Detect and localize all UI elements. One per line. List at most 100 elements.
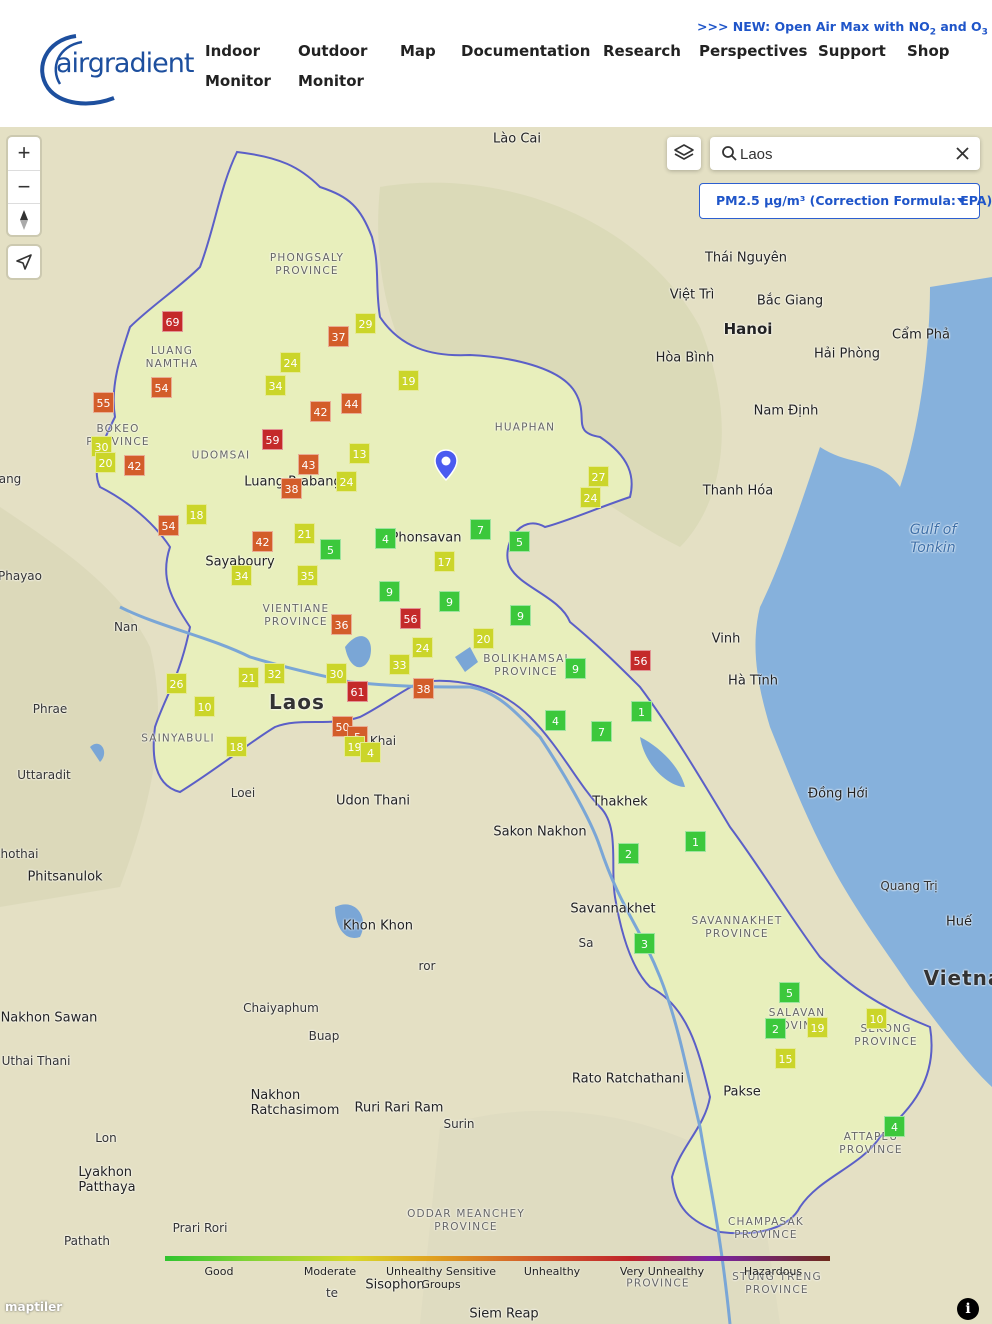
maptiler-attribution[interactable]: maptiler [5, 1300, 62, 1314]
sensor-marker[interactable]: 20 [473, 628, 494, 649]
location-pin-icon[interactable] [433, 449, 459, 481]
sensor-marker[interactable]: 13 [349, 443, 370, 464]
layers-button[interactable] [667, 137, 701, 170]
region-label: PROVINCE [626, 1277, 690, 1290]
sensor-marker[interactable]: 19 [398, 370, 419, 391]
nav-shop[interactable]: Shop [907, 36, 950, 66]
sensor-marker[interactable]: 44 [341, 393, 362, 414]
sensor-marker[interactable]: 7 [470, 519, 491, 540]
sensor-marker[interactable]: 5 [509, 531, 530, 552]
sensor-marker[interactable]: 24 [412, 637, 433, 658]
sensor-marker[interactable]: 34 [265, 375, 286, 396]
place-label: Lon [95, 1131, 117, 1145]
sensor-marker[interactable]: 19 [807, 1017, 828, 1038]
place-label: Vietna [923, 966, 992, 990]
geolocate-button[interactable] [8, 246, 40, 278]
sensor-marker[interactable]: 38 [281, 478, 302, 499]
sensor-marker[interactable]: 4 [545, 710, 566, 731]
zoom-in-button[interactable]: + [8, 137, 40, 169]
sensor-marker[interactable]: 5 [320, 539, 341, 560]
sensor-marker[interactable]: 5 [779, 982, 800, 1003]
sensor-marker[interactable]: 24 [280, 352, 301, 373]
sensor-marker[interactable]: 69 [162, 311, 183, 332]
nav-indoor-monitor[interactable]: Indoor Monitor [205, 36, 271, 96]
sensor-marker[interactable]: 54 [151, 377, 172, 398]
sensor-marker[interactable]: 26 [166, 673, 187, 694]
zoom-out-button[interactable]: − [8, 170, 40, 202]
sensor-marker[interactable]: 4 [360, 742, 381, 763]
sensor-marker[interactable]: 38 [413, 678, 434, 699]
clear-search-icon[interactable] [948, 137, 978, 170]
place-label: Phrae [32, 702, 68, 716]
airgradient-logo[interactable]: airgradient [36, 28, 194, 106]
sensor-marker[interactable]: 24 [336, 471, 357, 492]
sensor-marker[interactable]: 24 [580, 487, 601, 508]
sensor-marker[interactable]: 27 [588, 466, 609, 487]
sensor-marker[interactable]: 55 [93, 392, 114, 413]
region-line2: PROVINCE [705, 928, 769, 940]
legend-unhealthy-sensitive: Unhealthy Sensitive Groups [386, 1265, 496, 1291]
sensor-marker[interactable]: 29 [355, 313, 376, 334]
sensor-marker[interactable]: 43 [298, 454, 319, 475]
nav-perspectives[interactable]: Perspectives [699, 36, 808, 66]
region-line1: PHONGSALY [269, 252, 345, 264]
sensor-marker[interactable]: 42 [310, 401, 331, 422]
pollutant-select[interactable]: PM2.5 µg/m³ (Correction Formula: EPA) [699, 183, 992, 219]
sensor-marker[interactable]: 35 [297, 565, 318, 586]
nav-support[interactable]: Support [818, 36, 886, 66]
sensor-marker[interactable]: 34 [231, 565, 252, 586]
announcement-link[interactable]: >>> NEW: Open Air Max with NO2 and O3 [697, 19, 988, 38]
sensor-marker[interactable]: 2 [765, 1018, 786, 1039]
sensor-marker[interactable]: 9 [439, 591, 460, 612]
sensor-marker[interactable]: 56 [630, 650, 651, 671]
place-label: Rato Ratchathani [571, 1071, 685, 1087]
sensor-marker[interactable]: 36 [331, 614, 352, 635]
sensor-marker[interactable]: 21 [238, 667, 259, 688]
sensor-marker[interactable]: 37 [328, 326, 349, 347]
sensor-marker[interactable]: 1 [685, 831, 706, 852]
legend-moderate: Moderate [303, 1265, 357, 1278]
region-label: CHAMPASAK PROVINCE [728, 1216, 804, 1242]
sensor-marker[interactable]: 32 [264, 663, 285, 684]
sensor-marker[interactable]: 1 [631, 701, 652, 722]
sensor-marker[interactable]: 18 [226, 736, 247, 757]
place-label: Pathath [63, 1234, 111, 1248]
place-label: Lyakhon Patthaya [78, 1165, 135, 1195]
sensor-marker[interactable]: 42 [252, 531, 273, 552]
nav-research[interactable]: Research [603, 36, 681, 66]
sensor-marker[interactable]: 42 [124, 455, 145, 476]
search-input[interactable] [740, 144, 940, 164]
sensor-marker[interactable]: 9 [510, 605, 531, 626]
sensor-marker[interactable]: 61 [347, 681, 368, 702]
sensor-marker[interactable]: 10 [194, 696, 215, 717]
nav-outdoor-monitor[interactable]: Outdoor Monitor [298, 36, 367, 96]
sensor-marker[interactable]: 21 [294, 523, 315, 544]
sensor-marker[interactable]: 4 [375, 528, 396, 549]
place-line2: Ratchasimom [250, 1103, 340, 1118]
sensor-marker[interactable]: 9 [565, 658, 586, 679]
sensor-marker[interactable]: 17 [434, 551, 455, 572]
sensor-marker[interactable]: 59 [262, 429, 283, 450]
place-label: Quang Trị [880, 879, 938, 893]
sensor-marker[interactable]: 7 [591, 721, 612, 742]
sensor-marker[interactable]: 10 [866, 1008, 887, 1029]
sensor-marker[interactable]: 56 [400, 608, 421, 629]
region-label: HUAPHAN [494, 421, 556, 434]
nav-documentation[interactable]: Documentation [461, 36, 590, 66]
sensor-marker[interactable]: 9 [379, 581, 400, 602]
sensor-marker[interactable]: 20 [95, 452, 116, 473]
sensor-marker[interactable]: 18 [186, 504, 207, 525]
sensor-marker[interactable]: 54 [158, 515, 179, 536]
sensor-marker[interactable]: 33 [389, 654, 410, 675]
sensor-marker[interactable]: 15 [775, 1048, 796, 1069]
air-quality-map[interactable]: Lào Cai Thái Nguyên Việt Trì Bắc Giang H… [0, 127, 992, 1324]
sensor-marker[interactable]: 4 [884, 1116, 905, 1137]
region-line1: VIENTIANE [262, 603, 330, 615]
region-line2: PROVINCE [734, 1229, 798, 1241]
sensor-marker[interactable]: 30 [326, 663, 347, 684]
compass-button[interactable] [8, 203, 40, 235]
sensor-marker[interactable]: 2 [618, 843, 639, 864]
sensor-marker[interactable]: 3 [634, 933, 655, 954]
info-button[interactable]: i [957, 1298, 979, 1320]
nav-map[interactable]: Map [400, 36, 436, 66]
